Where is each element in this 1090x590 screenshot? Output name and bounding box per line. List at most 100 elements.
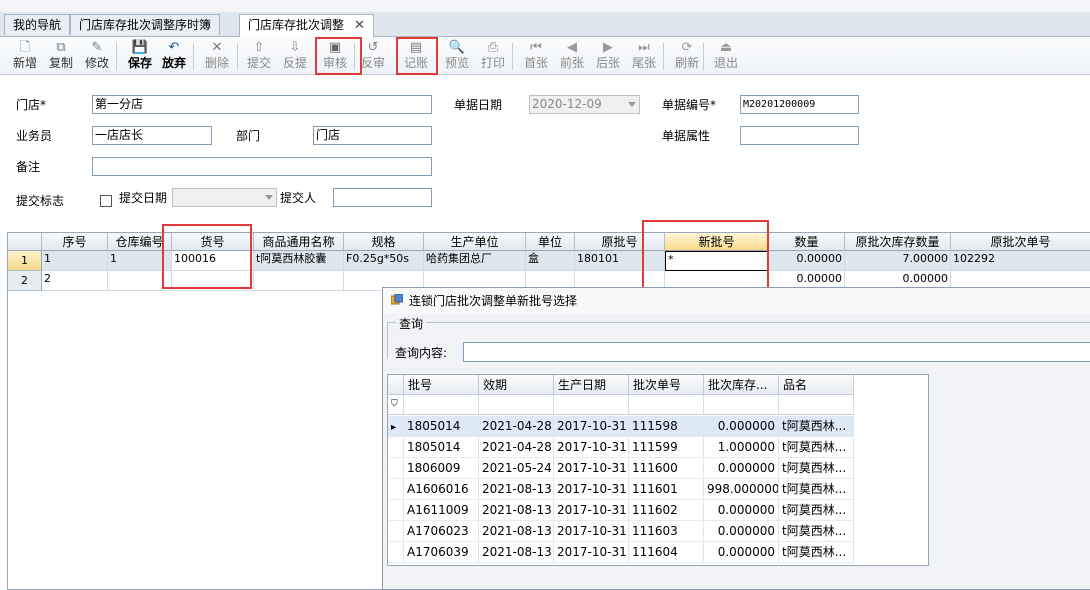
list-cell[interactable]: 2021-05-24 (479, 458, 554, 479)
column-header[interactable]: 数量 (769, 233, 845, 251)
edit-button[interactable]: ✎ 修改 (80, 39, 114, 72)
salesman-input[interactable]: 一店店长 (92, 126, 212, 145)
filter-cell[interactable] (704, 395, 779, 415)
filter-cell[interactable] (554, 395, 629, 415)
list-cell[interactable]: 0.000000 (704, 416, 779, 437)
list-cell[interactable]: 1805014 (404, 437, 479, 458)
list-cell[interactable]: A1706039 (404, 542, 479, 563)
column-header[interactable]: 批次库存... (704, 375, 779, 395)
list-cell[interactable]: 111598 (629, 416, 704, 437)
preview-button[interactable]: 🔍 预览 (440, 39, 474, 72)
grid-cell[interactable]: 102292 (951, 251, 1090, 271)
list-cell[interactable]: 111599 (629, 437, 704, 458)
row-indicator[interactable] (388, 458, 404, 479)
list-cell[interactable]: 0.000000 (704, 521, 779, 542)
row-header[interactable]: 2 (8, 271, 42, 291)
column-header[interactable]: 效期 (479, 375, 554, 395)
list-cell[interactable]: t阿莫西林... (779, 458, 854, 479)
store-input[interactable]: 第一分店 (92, 95, 432, 114)
list-cell[interactable]: 0.000000 (704, 542, 779, 563)
submit-button[interactable]: ⇧ 提交 (242, 39, 276, 72)
list-cell[interactable]: 2021-08-13 (479, 521, 554, 542)
chevron-down-icon[interactable] (628, 102, 636, 107)
list-cell[interactable]: 0.000000 (704, 458, 779, 479)
grid-cell[interactable]: 1 (42, 251, 108, 271)
list-cell[interactable]: 2017-10-31 (554, 542, 629, 563)
row-header[interactable]: 1 (8, 251, 42, 271)
list-cell[interactable]: 2017-10-31 (554, 479, 629, 500)
next-button[interactable]: ▶ 后张 (591, 39, 625, 72)
undo-button[interactable]: ↶ 放弃 (157, 39, 191, 72)
grid-cell[interactable]: F0.25g*50s (344, 251, 424, 271)
list-cell[interactable]: A1611009 (404, 500, 479, 521)
list-cell[interactable]: t阿莫西林... (779, 416, 854, 437)
column-header[interactable]: 序号 (42, 233, 108, 251)
list-cell[interactable]: A1606016 (404, 479, 479, 500)
list-cell[interactable]: 2021-04-28 (479, 437, 554, 458)
column-header[interactable]: 规格 (344, 233, 424, 251)
list-cell[interactable]: 2021-04-28 (479, 416, 554, 437)
list-cell[interactable]: 111601 (629, 479, 704, 500)
grid-cell[interactable]: 0.00000 (769, 251, 845, 271)
list-cell[interactable]: 111603 (629, 521, 704, 542)
list-cell[interactable]: A1706023 (404, 521, 479, 542)
column-header[interactable]: 批次单号 (629, 375, 704, 395)
list-cell[interactable]: 1806009 (404, 458, 479, 479)
list-cell[interactable]: t阿莫西林... (779, 500, 854, 521)
list-cell[interactable]: 2017-10-31 (554, 500, 629, 521)
column-header[interactable]: 商品通用名称 (254, 233, 344, 251)
list-cell[interactable]: 998.000000 (704, 479, 779, 500)
column-header[interactable]: 原批次库存数量 (845, 233, 951, 251)
delete-button[interactable]: ✕ 删除 (200, 39, 234, 72)
filter-cell[interactable] (629, 395, 704, 415)
column-header[interactable]: 单位 (526, 233, 575, 251)
list-cell[interactable]: t阿莫西林... (779, 437, 854, 458)
filter-cell[interactable] (479, 395, 554, 415)
grid-cell[interactable]: 7.00000 (845, 251, 951, 271)
exit-button[interactable]: ⏏ 退出 (709, 39, 743, 72)
list-cell[interactable]: 1.000000 (704, 437, 779, 458)
row-indicator[interactable] (388, 479, 404, 500)
last-button[interactable]: ⏭ 尾张 (627, 39, 661, 72)
prev-button[interactable]: ◀ 前张 (555, 39, 589, 72)
column-header[interactable]: 生产单位 (424, 233, 526, 251)
column-header[interactable]: 生产日期 (554, 375, 629, 395)
grid-cell[interactable]: 2 (42, 271, 108, 291)
list-cell[interactable]: 2021-08-13 (479, 479, 554, 500)
list-cell[interactable]: t阿莫西林... (779, 542, 854, 563)
row-indicator[interactable]: ▸ (388, 416, 404, 437)
submit-date-input[interactable] (172, 188, 277, 207)
query-input[interactable] (463, 342, 1090, 362)
column-header[interactable]: 品名 (779, 375, 854, 395)
list-cell[interactable]: 2017-10-31 (554, 416, 629, 437)
list-cell[interactable]: 0.000000 (704, 500, 779, 521)
list-cell[interactable]: 111602 (629, 500, 704, 521)
list-cell[interactable]: 2021-08-13 (479, 500, 554, 521)
refresh-button[interactable]: ⟳ 刷新 (670, 39, 704, 72)
column-header[interactable]: 原批次单号 (951, 233, 1090, 251)
list-cell[interactable]: 111604 (629, 542, 704, 563)
row-indicator[interactable] (388, 437, 404, 458)
doc-no-input[interactable]: M20201200009 (740, 95, 859, 114)
list-cell[interactable]: 2017-10-31 (554, 521, 629, 542)
grid-cell[interactable]: 哈药集团总厂 (424, 251, 526, 271)
grid-cell[interactable] (254, 271, 344, 291)
row-indicator[interactable] (388, 500, 404, 521)
first-button[interactable]: ⏮ 首张 (519, 39, 553, 72)
dept-input[interactable]: 门店 (313, 126, 432, 145)
list-cell[interactable]: 2021-08-13 (479, 542, 554, 563)
filter-cell[interactable] (404, 395, 479, 415)
tab-batch-adjust[interactable]: 门店库存批次调整 ✕ (239, 14, 374, 37)
list-cell[interactable]: 111600 (629, 458, 704, 479)
list-cell[interactable]: 2017-10-31 (554, 458, 629, 479)
row-indicator[interactable] (388, 521, 404, 542)
grid-cell[interactable]: t阿莫西林胶囊 (254, 251, 344, 271)
remark-input[interactable] (92, 157, 432, 176)
list-cell[interactable]: t阿莫西林... (779, 479, 854, 500)
column-header[interactable]: 批号 (404, 375, 479, 395)
unsubmit-button[interactable]: ⇩ 反提 (278, 39, 312, 72)
date-input[interactable]: 2020-12-09 (529, 95, 640, 114)
submitter-input[interactable] (333, 188, 432, 207)
new-doc-button[interactable]: 🗋 新增 (8, 39, 42, 72)
row-indicator[interactable] (388, 542, 404, 563)
